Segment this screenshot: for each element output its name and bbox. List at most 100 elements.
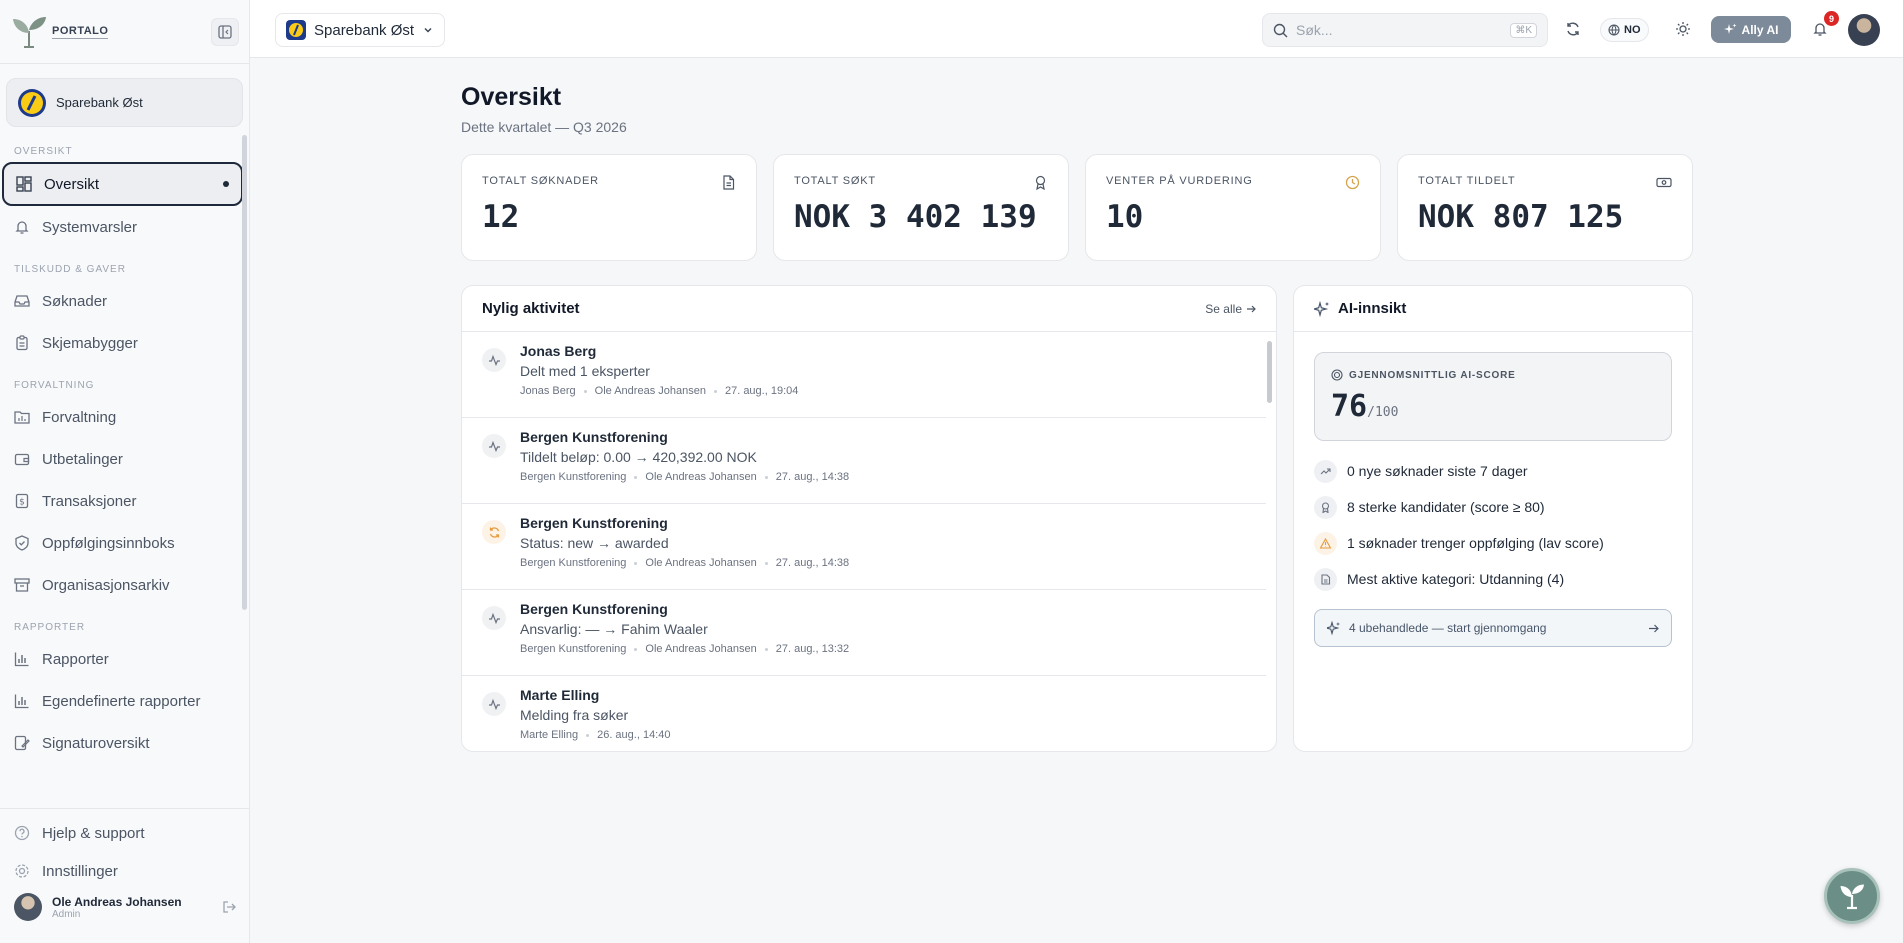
activity-row[interactable]: Bergen Kunstforening Ansvarlig: — → Fahi… [462, 590, 1266, 676]
ai-score: 76/100 [1331, 389, 1655, 424]
sidebar-item-transaksjoner[interactable]: $ Transaksjoner [0, 480, 245, 522]
insight-item: 1 søknader trenger oppfølging (lav score… [1294, 525, 1692, 561]
search-input[interactable]: Søk... ⌘K [1262, 13, 1548, 47]
org-card[interactable]: Sparebank Øst [6, 78, 243, 127]
activity-icon [482, 606, 506, 630]
activity-name: Marte Elling [520, 687, 600, 703]
user-avatar[interactable] [1848, 14, 1880, 46]
sidebar-item-oppfolgingsinnboks[interactable]: Oppfølgingsinnboks [0, 522, 245, 564]
score-label: GJENNOMSNITTLIG AI-SCORE [1331, 369, 1655, 381]
theme-toggle[interactable] [1671, 17, 1695, 41]
help-circle-icon [14, 825, 30, 841]
sun-icon [1676, 22, 1690, 36]
shield-check-icon [15, 535, 29, 551]
document-icon [723, 175, 735, 190]
activity-description: Delt med 1 eksperter [520, 363, 650, 379]
refresh-icon [482, 520, 506, 544]
meta-applicant: Jonas Berg [520, 385, 576, 397]
sidebar-scrollbar[interactable] [242, 135, 247, 610]
section-label-oversikt: OVERSIKT [14, 146, 73, 157]
meta-applicant: Marte Elling [520, 729, 579, 741]
sidebar-item-systemvarsler[interactable]: Systemvarsler [0, 206, 245, 248]
refresh-button[interactable] [1561, 17, 1585, 41]
portalo-logo[interactable]: PORTALO [10, 15, 109, 49]
stat-value: 10 [1106, 199, 1144, 235]
meta-time: 27. aug., 14:38 [775, 557, 850, 569]
sidebar-item-soknader[interactable]: Søknader [0, 280, 245, 322]
org-name: Sparebank Øst [56, 95, 143, 110]
sidebar-item-egendefinerte-rapporter[interactable]: Egendefinerte rapporter [0, 680, 245, 722]
activity-row[interactable]: Marte Elling Melding fra søker Marte Ell… [462, 676, 1266, 751]
meta-time: 27. aug., 14:38 [775, 471, 850, 483]
sparkles-icon [1723, 23, 1737, 34]
ally-ai-button[interactable]: Ally AI [1711, 16, 1791, 43]
clock-icon [1345, 175, 1360, 190]
sidebar-nav: OVERSIKT Oversikt Systemvarsler TILSKUDD… [0, 132, 245, 802]
see-all-link[interactable]: Se alle [1205, 302, 1256, 316]
stat-card-total-applications[interactable]: TOTALT SØKNADER 12 [461, 154, 757, 261]
sidebar-item-label: Systemvarsler [42, 218, 138, 236]
meta-user: Ole Andreas Johansen [645, 471, 757, 483]
activity-meta: Jonas Berg Ole Andreas Johansen 27. aug., … [520, 385, 798, 397]
stat-card-total-requested[interactable]: TOTALT SØKT NOK 3 402 139 [773, 154, 1069, 261]
floating-assistant-button[interactable] [1824, 868, 1880, 924]
sidebar-item-organisasjonsarkiv[interactable]: Organisasjonsarkiv [0, 564, 245, 606]
stat-value: NOK 807 125 [1418, 199, 1624, 235]
activity-icon [482, 434, 506, 458]
sidebar: PORTALO Sparebank Øst OVERSIKT Oversikt … [0, 0, 250, 943]
sidebar-item-label: Transaksjoner [42, 492, 137, 510]
section-label-forvaltning: FORVALTNING [14, 380, 95, 391]
gear-icon [15, 864, 29, 878]
activity-row[interactable]: Jonas Berg Delt med 1 eksperter Jonas Be… [462, 332, 1266, 418]
sidebar-item-label: Signaturoversikt [42, 734, 150, 752]
sidebar-item-label: Egendefinerte rapporter [42, 692, 201, 710]
user-profile[interactable]: Ole Andreas Johansen Admin [14, 893, 236, 921]
section-label-tilskudd: TILSKUDD & GAVER [14, 264, 126, 275]
sidebar-item-rapporter[interactable]: Rapporter [0, 638, 245, 680]
meta-applicant: Bergen Kunstforening [520, 557, 627, 569]
sidebar-item-label: Rapporter [42, 650, 109, 668]
user-role: Admin [52, 908, 81, 920]
language-switcher[interactable]: NO [1600, 18, 1649, 42]
meta-time: 27. aug., 19:04 [724, 385, 799, 397]
activity-description: Melding fra søker [520, 707, 629, 723]
logout-icon[interactable] [222, 900, 236, 914]
activity-row[interactable]: Bergen Kunstforening Tildelt beløp: 0.00… [462, 418, 1266, 504]
sparkles-icon [1314, 300, 1329, 317]
activity-meta: Bergen Kunstforening Ole Andreas Johansen… [520, 643, 849, 655]
sidebar-item-skjemabygger[interactable]: Skjemabygger [0, 322, 245, 364]
chevron-down-icon [424, 28, 432, 33]
sidebar-item-settings[interactable]: Innstillinger [0, 850, 250, 892]
activity-row[interactable]: Bergen Kunstforening Status: new → award… [462, 504, 1266, 590]
insight-list: 0 nye søknader siste 7 dager 8 sterke ka… [1294, 453, 1692, 597]
panel-title: Nylig aktivitet [482, 300, 580, 317]
clipboard-icon [16, 335, 28, 351]
sidebar-item-signaturoversikt[interactable]: Signaturoversikt [0, 722, 245, 764]
sidebar-item-help[interactable]: Hjelp & support [0, 812, 250, 854]
stat-card-pending-review[interactable]: VENTER PÅ VURDERING 10 [1085, 154, 1381, 261]
sidebar-item-utbetalinger[interactable]: Utbetalinger [0, 438, 245, 480]
activity-scrollbar[interactable] [1267, 341, 1272, 403]
org-logo-icon [18, 88, 46, 117]
org-switcher[interactable]: Sparebank Øst [275, 13, 446, 47]
language-label: NO [1624, 24, 1641, 36]
sidebar-item-oversikt[interactable]: Oversikt [2, 162, 243, 206]
activity-icon [482, 348, 506, 372]
insight-item: 8 sterke kandidater (score ≥ 80) [1294, 489, 1692, 525]
notification-badge: 9 [1824, 11, 1839, 26]
start-review-button[interactable]: 4 ubehandlede — start gjennomgang [1314, 609, 1672, 647]
trending-up-icon [1314, 459, 1337, 483]
avatar [14, 893, 42, 921]
insight-item: Mest aktive kategori: Utdanning (4) [1294, 561, 1692, 597]
section-label-rapporter: RAPPORTER [14, 622, 86, 633]
panel-header: Nylig aktivitet Se alle [462, 286, 1276, 332]
activity-icon [482, 692, 506, 716]
insight-text: Mest aktive kategori: Utdanning (4) [1347, 571, 1565, 587]
collapse-sidebar-button[interactable] [211, 17, 239, 46]
sidebar-item-forvaltning[interactable]: Forvaltning [0, 396, 245, 438]
archive-icon [14, 578, 30, 592]
stat-card-total-awarded[interactable]: TOTALT TILDELT NOK 807 125 [1397, 154, 1693, 261]
stat-value: 12 [482, 199, 520, 235]
stat-label: TOTALT SØKT [794, 175, 876, 187]
document-icon [1314, 567, 1337, 591]
